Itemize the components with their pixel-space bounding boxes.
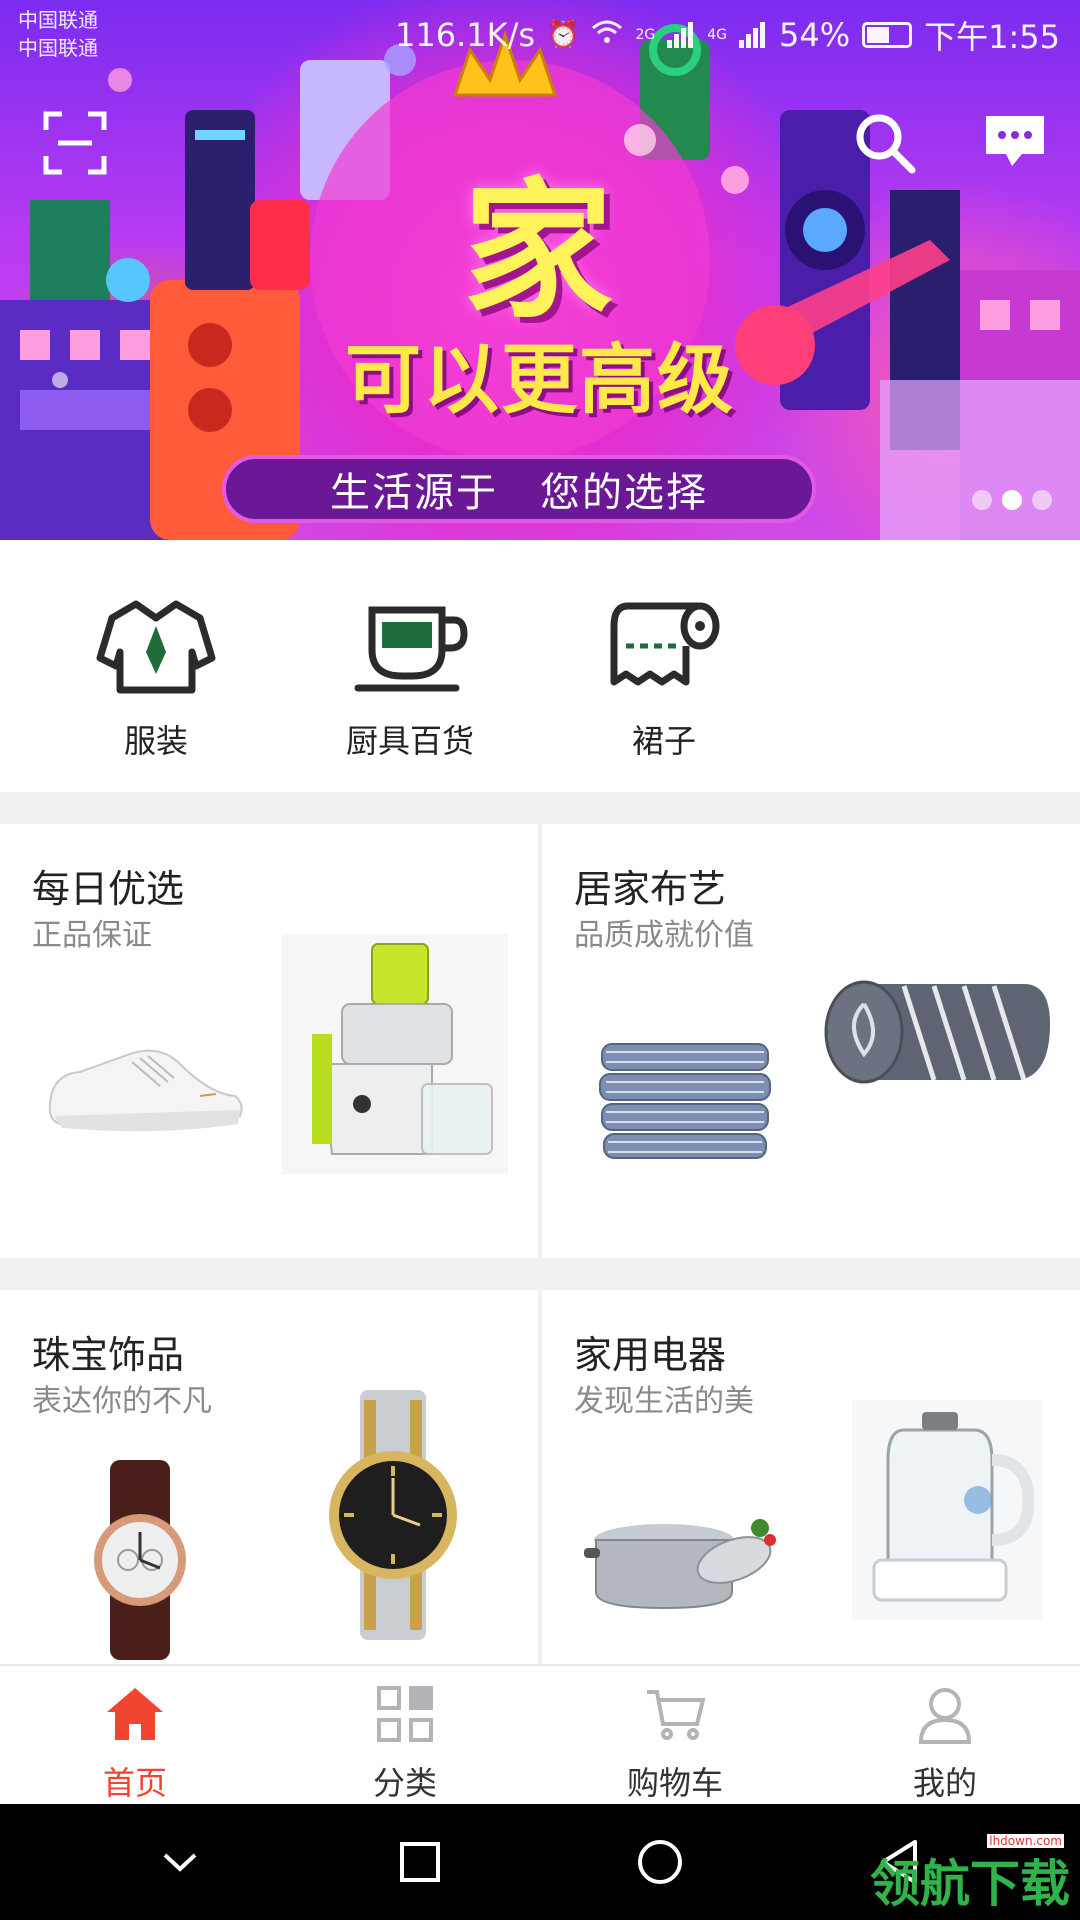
glass-kettle-image [852, 1400, 1042, 1620]
watermark-text: 领航下载 [870, 1855, 1070, 1913]
tab-profile[interactable]: 我的 [810, 1666, 1080, 1804]
hero-banner[interactable]: 中国联通 中国联通 116.1K/s ⏰ 2G 4G 54% 下午1:55 家 … [0, 0, 1080, 540]
carrier-1: 中国联通 [18, 8, 98, 32]
chevron-down-icon[interactable] [145, 1827, 215, 1897]
section-title: 珠宝饰品 [32, 1333, 185, 1377]
category-item-skirts[interactable]: 裙子 [537, 540, 791, 792]
status-bar: 中国联通 中国联通 116.1K/s ⏰ 2G 4G 54% 下午1:55 [0, 0, 1080, 70]
sneaker-image [48, 1049, 243, 1132]
section-title: 居家布艺 [574, 867, 727, 911]
battery-level: 54% [779, 16, 851, 54]
folded-towels-image [599, 1043, 771, 1159]
watermark-url: lhdown.com [987, 1834, 1064, 1848]
clock: 下午1:55 [924, 18, 1060, 56]
section-subtitle: 表达你的不凡 [32, 1384, 212, 1419]
tab-label: 分类 [372, 1764, 437, 1802]
watermark-logo: 领航下载 lhdown.com [870, 1834, 1070, 1916]
bottom-tab-bar: 首页 分类 购物车 我的 [0, 1664, 1080, 1804]
signal-icon-2: 4G [707, 27, 727, 43]
tab-home[interactable]: 首页 [0, 1666, 270, 1804]
section-home-appliances[interactable]: 家用电器 发现生活的美 [542, 1290, 1080, 1664]
scan-icon[interactable] [42, 110, 112, 180]
banner-slogan: 生活源于 您的选择 [222, 455, 816, 523]
jacket-icon [96, 600, 216, 694]
app-root: 中国联通 中国联通 116.1K/s ⏰ 2G 4G 54% 下午1:55 家 … [0, 0, 1080, 1920]
signal-bars-icon [667, 22, 694, 48]
tab-label: 我的 [912, 1764, 977, 1802]
section-jewelry[interactable]: 珠宝饰品 表达你的不凡 [0, 1290, 538, 1664]
towel-roll-icon [610, 602, 720, 686]
category-label: 厨具百货 [345, 722, 474, 760]
home-icon [107, 1688, 163, 1740]
tab-cart[interactable]: 购物车 [540, 1666, 810, 1804]
carousel-dot[interactable] [972, 490, 992, 510]
section-title: 每日优选 [32, 867, 185, 911]
section-title: 家用电器 [574, 1333, 727, 1377]
signal-icon: 2G [635, 27, 655, 43]
section-daily-picks[interactable]: 每日优选 正品保证 [0, 824, 538, 1258]
recents-icon[interactable] [385, 1827, 455, 1897]
section-subtitle: 正品保证 [32, 918, 152, 953]
network-type-1: 2G [635, 27, 656, 43]
status-indicators: 116.1K/s ⏰ 2G 4G 54% 下午1:55 [395, 12, 1060, 58]
user-icon [918, 1688, 972, 1744]
section-subtitle: 发现生活的美 [574, 1384, 754, 1419]
stock-pot-image [584, 1519, 776, 1610]
leather-watch-image [94, 1460, 186, 1660]
tab-category[interactable]: 分类 [270, 1666, 540, 1804]
carousel-indicator [972, 490, 1052, 510]
category-item-kitchenware[interactable]: 厨具百货 [283, 540, 537, 792]
section-home-textiles[interactable]: 居家布艺 品质成就价值 [542, 824, 1080, 1258]
battery-icon [862, 22, 913, 48]
carrier-info: 中国联通 中国联通 [18, 6, 98, 62]
steel-watch-image [329, 1390, 457, 1640]
network-speed: 116.1K/s [395, 16, 536, 54]
tab-label: 首页 [102, 1764, 167, 1802]
category-item-clothing[interactable]: 服装 [29, 540, 283, 792]
carousel-dot[interactable] [1032, 490, 1052, 510]
juicer-image [282, 934, 508, 1174]
home-nav-icon[interactable] [625, 1827, 695, 1897]
section-subtitle: 品质成就价值 [574, 918, 754, 953]
banner-subtitle: 可以更高级 [345, 335, 735, 424]
category-label: 裙子 [631, 722, 696, 760]
carousel-dot-active[interactable] [1002, 490, 1022, 510]
network-type-2: 4G [707, 27, 727, 43]
tab-label: 购物车 [626, 1764, 723, 1802]
carrier-2: 中国联通 [18, 36, 98, 60]
signal-bars-icon-2 [739, 22, 765, 48]
category-row: 服装 厨具百货 裙子 [0, 540, 1080, 792]
message-icon[interactable] [982, 110, 1052, 180]
rolled-blanket-image [824, 980, 1050, 1084]
grid-icon [377, 1686, 433, 1742]
category-label: 服装 [123, 722, 188, 760]
alarm-icon: ⏰ [547, 20, 580, 50]
search-icon[interactable] [852, 110, 922, 180]
cup-icon [354, 606, 468, 692]
wifi-icon [591, 19, 623, 52]
cart-icon [647, 1690, 706, 1740]
